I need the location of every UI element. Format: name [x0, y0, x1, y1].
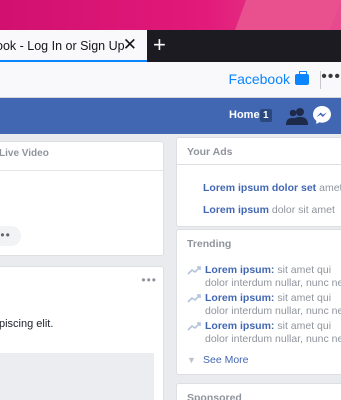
see-more-label: See More [203, 354, 249, 366]
trending-item-text: sit amet qui [274, 320, 332, 332]
trending-item-title: Lorem ipsum: [205, 292, 275, 304]
chevron-down-icon: ▼ [187, 355, 196, 365]
desktop-background [0, 0, 341, 30]
trending-item-subtext: dolor interdum nullar, nunc nec [205, 333, 341, 345]
trending-arrow-icon [187, 294, 201, 303]
facebook-top-bar: Home 1 [0, 98, 341, 134]
composer-divider [0, 170, 163, 171]
desktop-highlight [235, 0, 341, 30]
sponsored-title: Sponsored [187, 392, 242, 400]
ad-item-title: Lorem ipsum [203, 204, 269, 216]
trending-item[interactable]: Lorem ipsum: sit amet qui dolor interdum… [187, 264, 341, 292]
trending-item[interactable]: Lorem ipsum: sit amet qui dolor interdum… [187, 292, 341, 320]
ad-item-text: dolor sit amet [268, 204, 335, 216]
trending-item-title: Lorem ipsum: [205, 264, 275, 276]
composer-card: Live Video ••• [0, 141, 164, 256]
bookmark-label: Facebook [228, 71, 290, 87]
post-text: piscing elit. [0, 318, 54, 330]
trending-item-text: sit amet qui [274, 292, 332, 304]
ad-item-title: Lorem ipsum dolor set [203, 182, 317, 194]
trending-item-subtext: dolor interdum nullar, nunc nec [205, 305, 341, 317]
messenger-icon[interactable] [312, 105, 332, 125]
feed-post: ••• piscing elit. [0, 266, 164, 400]
post-menu-icon[interactable]: ••• [141, 273, 157, 287]
trending-item-subtext: dolor interdum nullar, nunc nec [205, 277, 341, 289]
new-tab-icon[interactable]: + [153, 33, 166, 57]
browser-tab-strip: ook - Log In or Sign Up ✕ + [0, 30, 341, 62]
trending-arrow-icon [187, 266, 201, 275]
trending-arrow-icon [187, 322, 201, 331]
sponsored-panel: Sponsored [176, 383, 341, 400]
ad-item[interactable]: Lorem ipsum dolor set amet [203, 182, 341, 194]
briefcase-icon [295, 71, 309, 85]
trending-panel: Trending Lorem ipsum: sit amet qui dolor… [176, 229, 341, 375]
trending-item-title: Lorem ipsum: [205, 320, 275, 332]
home-count-badge: 1 [260, 109, 272, 122]
live-video-option[interactable]: Live Video [0, 148, 49, 159]
trending-title: Trending [187, 238, 232, 250]
browser-tab-facebook[interactable]: ook - Log In or Sign Up ✕ [0, 30, 147, 62]
ad-item-text: amet [316, 182, 341, 194]
browser-toolbar: Facebook ••• [0, 62, 341, 98]
bookmark-facebook[interactable]: Facebook [229, 71, 309, 87]
section-divider [177, 164, 341, 165]
your-ads-panel: Your Ads Lorem ipsum dolor set amet Lore… [176, 137, 341, 227]
ad-item[interactable]: Lorem ipsum dolor sit amet [203, 204, 335, 216]
post-image[interactable] [0, 353, 154, 400]
tab-title: ook - Log In or Sign Up [0, 39, 125, 53]
see-more-link[interactable]: ▼ See More [187, 354, 249, 366]
trending-item[interactable]: Lorem ipsum: sit amet qui dolor interdum… [187, 320, 341, 348]
your-ads-title: Your Ads [187, 146, 233, 158]
trending-item-text: sit amet qui [274, 264, 332, 276]
friend-requests-icon[interactable] [286, 107, 308, 125]
more-menu-icon[interactable]: ••• [321, 68, 341, 86]
composer-more-options[interactable]: ••• [0, 226, 21, 246]
close-tab-icon[interactable]: ✕ [123, 36, 137, 54]
home-link[interactable]: Home [229, 109, 260, 121]
